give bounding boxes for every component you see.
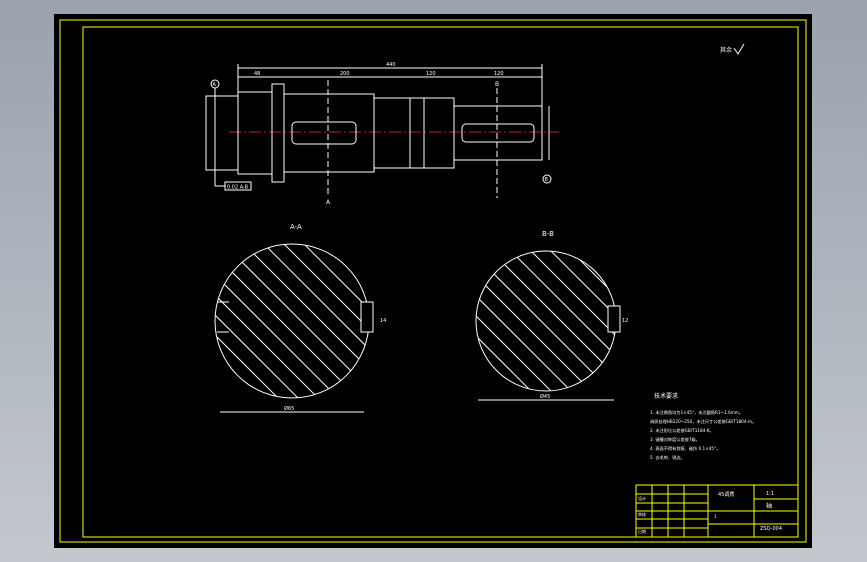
section-b-b: B-B Ø45 12 <box>475 230 628 401</box>
datum-a-label: A <box>213 82 217 88</box>
dim-section-b-text: Ø45 <box>540 393 550 400</box>
tech-item-5: 4. 表面不得有划痕、碰伤 0.1×45°。 <box>650 445 720 452</box>
dim-seg4: 120 <box>494 71 504 77</box>
section-b-title: B-B <box>542 230 554 238</box>
designer: 设计 <box>638 495 646 501</box>
part-name: 轴 <box>766 502 772 510</box>
drawing-canvas: 其余 A B A B 0.02 A-B 440 48 200 120 120 A… <box>59 19 807 543</box>
tech-requirements: 技术要求 1. 未注倒角均为1×45°，未注圆角R1~1.6mm。 调质处理HB… <box>650 392 756 461</box>
checker: 审核 <box>638 511 646 517</box>
dimension-lines: 440 48 200 120 120 <box>237 62 550 168</box>
section-mark-a: A <box>326 199 331 206</box>
keyway-a-section <box>360 301 374 333</box>
tech-item-2: 调质处理HB220~250，未注尺寸公差按GB/T1804-m。 <box>650 418 756 425</box>
drawing-sheet: 其余 A B A B 0.02 A-B 440 48 200 120 120 A… <box>54 14 812 548</box>
tech-item-6: 5. 去毛刺、锐边。 <box>650 454 685 461</box>
shaft-step-6 <box>453 105 543 161</box>
datum-b-label: B <box>545 177 549 183</box>
dim-seg2: 200 <box>340 71 350 77</box>
keyway-a <box>291 121 357 145</box>
drawing-no: ZSQ-004 <box>760 526 782 532</box>
shaft-front-view: A B A B 0.02 A-B <box>205 79 559 206</box>
feature-control-text: 0.02 A-B <box>227 185 249 191</box>
dim-overall: 440 <box>386 62 396 68</box>
dim-section-a-text: Ø65 <box>284 405 294 412</box>
section-mark-b: B <box>495 81 499 88</box>
dim-seg1: 48 <box>254 71 260 77</box>
dim-keyway-b: 12 <box>622 318 628 324</box>
shaft-step-5 <box>409 97 455 169</box>
cad-viewport: 其余 A B A B 0.02 A-B 440 48 200 120 120 A… <box>0 0 867 562</box>
section-a-hatch <box>215 244 369 398</box>
tech-item-3: 2. 未注形位公差按GB/T1184-K。 <box>650 427 714 434</box>
sheet-no: 1 <box>714 514 717 519</box>
shaft-step-2 <box>237 91 273 175</box>
tech-title: 技术要求 <box>654 392 678 400</box>
keyway-b-section <box>607 305 621 333</box>
material: 45调质 <box>718 491 734 498</box>
dim-seg3: 120 <box>426 71 436 77</box>
section-a-a: A-A Ø65 14 <box>214 223 386 413</box>
keyway-b <box>461 123 535 143</box>
section-a-outline <box>214 243 370 399</box>
roughness-note: 其余 <box>720 46 732 54</box>
tech-item-4: 3. 键槽对称度公差按7级。 <box>650 436 700 443</box>
shaft-collar <box>271 83 285 183</box>
dim-keyway-a: 14 <box>380 318 386 324</box>
section-a-title: A-A <box>290 223 302 231</box>
shaft-step-4 <box>373 97 411 169</box>
roughness-symbol-icon <box>733 43 745 55</box>
inner-frame <box>82 26 799 538</box>
title-block: 45调质 1:1 轴 1 ZSQ-004 设计 审核 日期 <box>635 484 799 538</box>
shaft-step-3 <box>283 93 375 173</box>
shaft-step-1 <box>205 95 239 171</box>
section-b-outline <box>475 250 617 392</box>
scale: 1:1 <box>766 491 774 497</box>
tech-item-1: 1. 未注倒角均为1×45°，未注圆角R1~1.6mm。 <box>650 409 743 416</box>
date: 日期 <box>638 528 646 534</box>
